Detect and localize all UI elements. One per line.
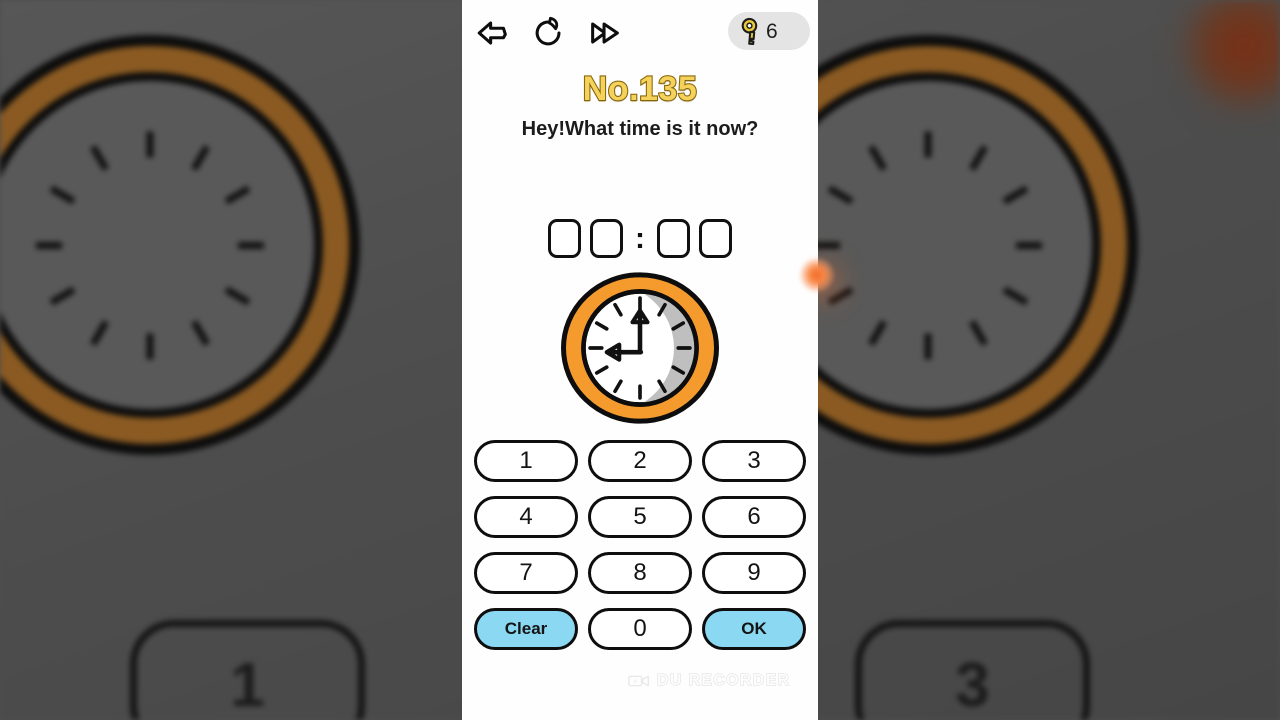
key-count-badge[interactable]: 6 — [728, 12, 810, 50]
key-3[interactable]: 3 — [702, 440, 806, 482]
key-ok[interactable]: OK — [702, 608, 806, 650]
watermark-text: DU RECORDER — [656, 672, 791, 690]
number-keypad: 1 2 3 4 5 6 7 8 9 Clear 0 OK — [474, 440, 806, 650]
key-0[interactable]: 0 — [588, 608, 692, 650]
key-2[interactable]: 2 — [588, 440, 692, 482]
background-clock-left — [0, 35, 360, 455]
key-7[interactable]: 7 — [474, 552, 578, 594]
key-4[interactable]: 4 — [474, 496, 578, 538]
key-6[interactable]: 6 — [702, 496, 806, 538]
answer-box-3[interactable] — [657, 219, 690, 258]
restart-icon[interactable] — [530, 14, 568, 52]
answer-box-1[interactable] — [548, 219, 581, 258]
question-text: Hey!What time is it now? — [521, 118, 759, 140]
background-key-1: 1 — [130, 620, 365, 720]
page-title: No.135 — [582, 69, 698, 109]
answer-box-4[interactable] — [699, 219, 732, 258]
game-screen-card: 6 No.135 Hey!What time is it now? : 1 2 … — [462, 0, 818, 720]
app-screen: 1 3 6 No.135 Hey!What time is it now?: … — [0, 0, 1280, 720]
key-clear[interactable]: Clear — [474, 608, 578, 650]
top-bar: 6 — [462, 0, 818, 62]
clock-illustration[interactable] — [556, 269, 724, 427]
key-8[interactable]: 8 — [588, 552, 692, 594]
answer-box-2[interactable] — [590, 219, 623, 258]
video-camera-icon — [628, 674, 650, 688]
watermark: DU RECORDER — [628, 672, 790, 690]
background-key-3: 3 — [855, 620, 1090, 720]
key-5[interactable]: 5 — [588, 496, 692, 538]
skip-icon[interactable] — [586, 14, 624, 52]
key-count-label: 6 — [766, 19, 778, 43]
background-blob-top-right — [1180, 0, 1280, 112]
answer-input-row: : — [462, 219, 818, 258]
key-9[interactable]: 9 — [702, 552, 806, 594]
time-separator: : — [635, 221, 645, 255]
key-icon — [734, 16, 764, 46]
key-1[interactable]: 1 — [474, 440, 578, 482]
back-icon[interactable] — [474, 14, 512, 52]
